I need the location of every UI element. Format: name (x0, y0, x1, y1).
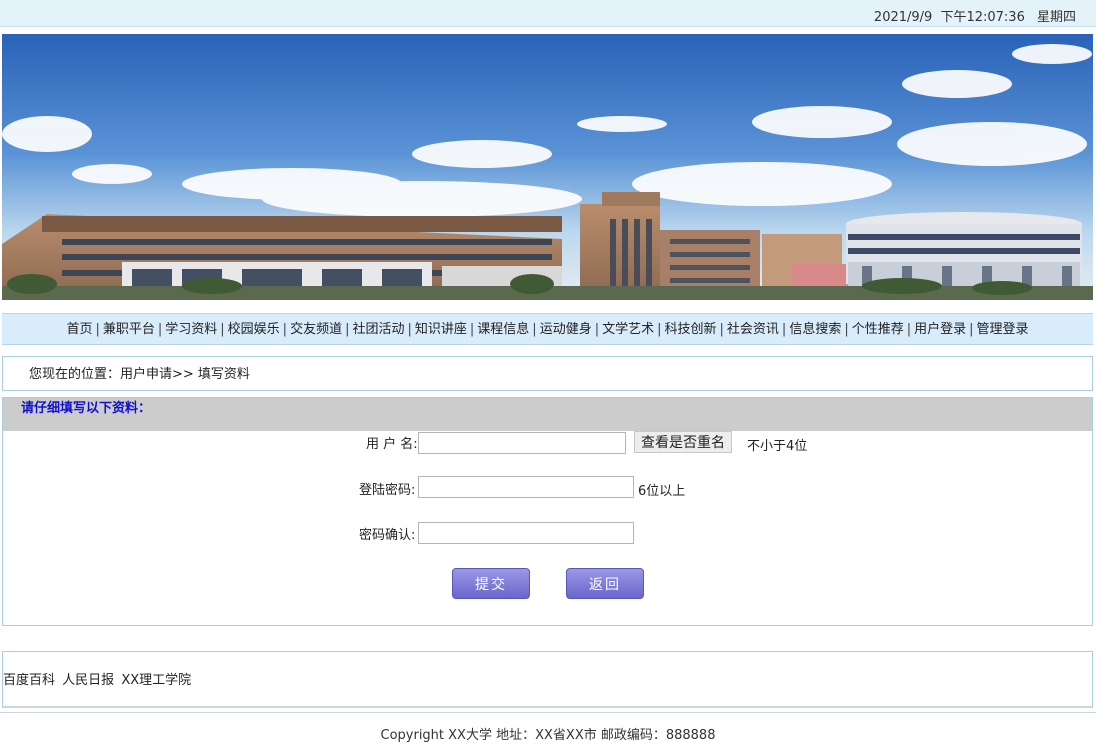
friendly-links: 百度百科 人民日报 XX理工学院 (2, 651, 1093, 708)
confirm-password-input[interactable] (418, 522, 634, 544)
nav-separator: | (470, 322, 474, 337)
breadcrumb-prefix: 您现在的位置： (29, 367, 120, 382)
footer-copyright: Copyright XX大学 地址：XX省XX市 邮政编码：888888 (0, 712, 1096, 750)
nav-item-15[interactable]: 管理登录 (977, 322, 1029, 337)
nav-item-11[interactable]: 社会资讯 (727, 322, 779, 337)
nav-item-13[interactable]: 个性推荐 (852, 322, 904, 337)
breadcrumb: 您现在的位置：用户申请>> 填写资料 (2, 356, 1093, 391)
nav-separator: | (844, 322, 848, 337)
nav-item-1[interactable]: 兼职平台 (103, 322, 155, 337)
nav-item-14[interactable]: 用户登录 (914, 322, 966, 337)
username-label: 用 户 名: (366, 433, 418, 452)
nav-separator: | (220, 322, 224, 337)
time-text: 下午12:07:36 (940, 10, 1024, 25)
nav-item-4[interactable]: 交友频道 (290, 322, 342, 337)
nav-item-9[interactable]: 文学艺术 (602, 322, 654, 337)
nav-item-10[interactable]: 科技创新 (665, 322, 717, 337)
password-label: 登陆密码: (359, 479, 415, 498)
nav-separator: | (345, 322, 349, 337)
link-xx-institute[interactable]: XX理工学院 (121, 673, 191, 688)
weekday-text: 星期四 (1037, 10, 1076, 25)
current-datetime: 2021/9/9 下午12:07:36 星期四 (870, 6, 1076, 25)
campus-banner-image (2, 34, 1093, 300)
nav-separator: | (407, 322, 411, 337)
username-hint: 不小于4位 (747, 435, 807, 454)
nav-separator: | (782, 322, 786, 337)
submit-button[interactable]: 提交 (452, 568, 530, 599)
nav-item-12[interactable]: 信息搜索 (789, 322, 841, 337)
nav-separator: | (532, 322, 536, 337)
nav-separator: | (907, 322, 911, 337)
nav-separator: | (657, 322, 661, 337)
nav-separator: | (720, 322, 724, 337)
breadcrumb-path: 用户申请>> 填写资料 (120, 367, 250, 382)
nav-item-3[interactable]: 校园娱乐 (228, 322, 280, 337)
link-baidu-baike[interactable]: 百度百科 (3, 673, 55, 688)
nav-separator: | (95, 322, 99, 337)
main-nav-bar: 首页|兼职平台|学习资料|校园娱乐|交友频道|社团活动|知识讲座|课程信息|运动… (2, 313, 1093, 345)
nav-item-8[interactable]: 运动健身 (540, 322, 592, 337)
nav-separator: | (283, 322, 287, 337)
nav-item-6[interactable]: 知识讲座 (415, 322, 467, 337)
link-people-daily[interactable]: 人民日报 (62, 673, 114, 688)
password-hint: 6位以上 (638, 480, 685, 499)
nav-item-7[interactable]: 课程信息 (477, 322, 529, 337)
check-duplicate-button[interactable]: 查看是否重名 (634, 431, 732, 453)
username-input[interactable] (418, 432, 626, 454)
form-heading: 请仔细填写以下资料： (3, 398, 1092, 431)
nav-item-0[interactable]: 首页 (66, 322, 92, 337)
nav-item-5[interactable]: 社团活动 (352, 322, 404, 337)
nav-separator: | (158, 322, 162, 337)
confirm-password-label: 密码确认: (359, 524, 415, 543)
nav-separator: | (969, 322, 973, 337)
nav-item-2[interactable]: 学习资料 (165, 322, 217, 337)
nav-separator: | (595, 322, 599, 337)
back-button[interactable]: 返回 (566, 568, 644, 599)
password-input[interactable] (418, 476, 634, 498)
top-date-bar: 2021/9/9 下午12:07:36 星期四 (0, 0, 1096, 27)
date-text: 2021/9/9 (874, 10, 932, 25)
